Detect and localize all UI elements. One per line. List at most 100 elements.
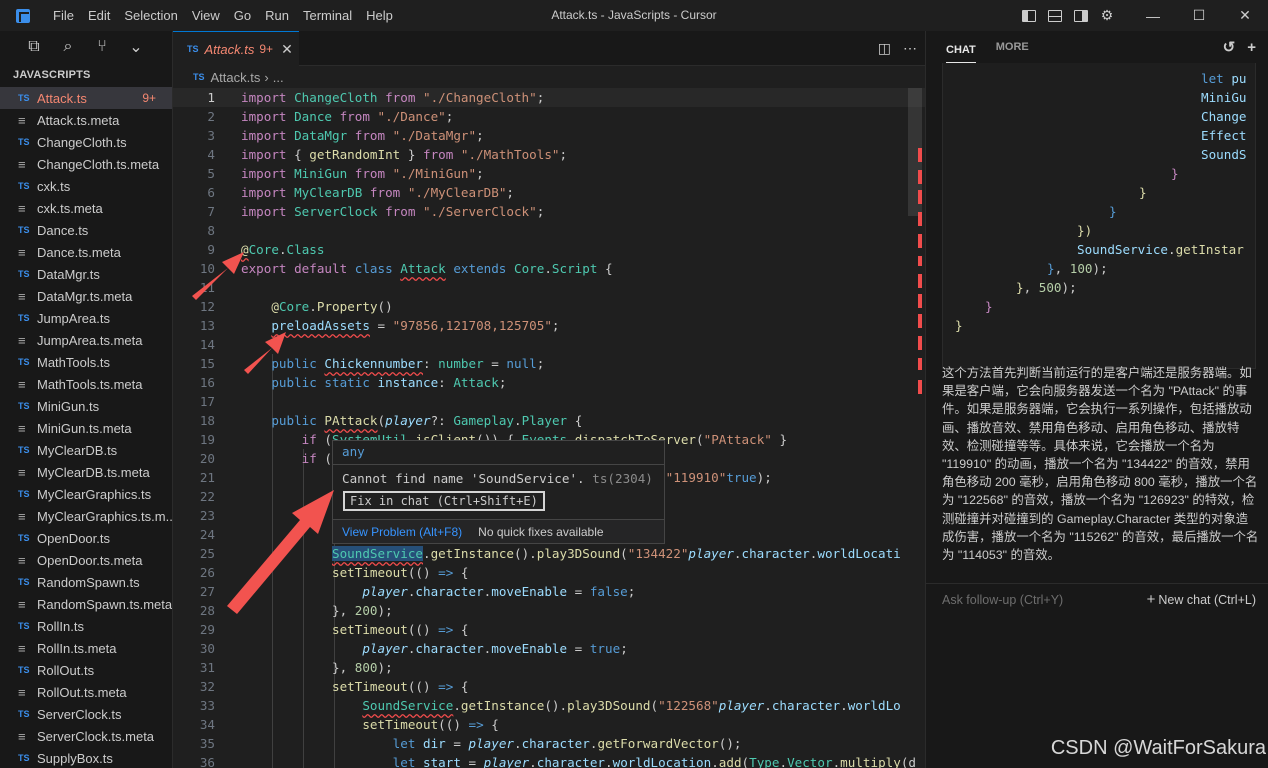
typescript-file-icon: TS (18, 357, 30, 367)
file-item[interactable]: ≡ DataMgr.ts.meta (0, 285, 172, 307)
file-item[interactable]: ≡ OpenDoor.ts.meta (0, 549, 172, 571)
split-editor-icon[interactable]: ◫ (878, 40, 891, 57)
new-chat-label: New chat (Ctrl+L) (1158, 593, 1256, 607)
file-item[interactable]: TS ChangeCloth.ts (0, 131, 172, 153)
breadcrumb-more[interactable]: ... (273, 70, 284, 85)
file-item[interactable]: ≡ RollIn.ts.meta (0, 637, 172, 659)
fix-in-chat-button[interactable]: Fix in chat (Ctrl+Shift+E) (343, 491, 545, 511)
line-number: 18 (199, 413, 215, 428)
explorer-files-icon[interactable]: ⧉ (24, 38, 44, 56)
meta-file-icon: ≡ (18, 464, 26, 480)
toggle-primary-sidebar-icon[interactable] (1016, 0, 1042, 31)
menu-go[interactable]: Go (227, 0, 258, 31)
toggle-secondary-sidebar-icon[interactable] (1068, 0, 1094, 31)
file-name: MiniGun.ts.meta (37, 420, 132, 436)
more-actions-icon[interactable]: ⋯ (903, 40, 917, 57)
file-item[interactable]: TS SupplyBox.ts (0, 747, 172, 768)
file-item[interactable]: TS MyClearGraphics.ts (0, 483, 172, 505)
no-quick-fixes-label: No quick fixes available (478, 524, 604, 539)
line-text: import ServerClock from "./ServerClock"; (241, 204, 545, 219)
meta-file-icon: ≡ (18, 596, 26, 612)
file-item[interactable]: ≡ MiniGun.ts.meta (0, 417, 172, 439)
file-item[interactable]: TS Dance.ts (0, 219, 172, 241)
file-item[interactable]: TS RollOut.ts (0, 659, 172, 681)
file-item[interactable]: ≡ cxk.ts.meta (0, 197, 172, 219)
line-number: 35 (199, 736, 215, 751)
view-problem-link[interactable]: View Problem (Alt+F8) (342, 525, 462, 539)
code-editor[interactable]: 1 import ChangeCloth from "./ChangeCloth"… (173, 88, 925, 768)
file-item[interactable]: TS Attack.ts 9+ (0, 87, 172, 109)
add-icon[interactable]: + (1247, 39, 1256, 56)
line-number: 14 (199, 337, 215, 352)
menu-terminal[interactable]: Terminal (296, 0, 359, 31)
menu-run[interactable]: Run (258, 0, 296, 31)
line-number: 19 (199, 432, 215, 447)
file-item[interactable]: ≡ Dance.ts.meta (0, 241, 172, 263)
editor-area: TS Attack.ts 9+ ✕ ◫ ⋯ TS Attack.ts › ...… (173, 31, 925, 768)
cursor-logo-icon (0, 0, 46, 31)
code-line: 16 public static instance: Attack; (173, 373, 925, 392)
code-line: 6 import MyClearDB from "./MyClearDB"; (173, 183, 925, 202)
chat-code-line: Effect (1201, 128, 1247, 143)
tab-attack-ts[interactable]: TS Attack.ts 9+ ✕ (173, 31, 299, 66)
minimize-icon[interactable]: — (1130, 0, 1176, 31)
file-item[interactable]: ≡ RollOut.ts.meta (0, 681, 172, 703)
menu-edit[interactable]: Edit (81, 0, 117, 31)
file-item[interactable]: TS OpenDoor.ts (0, 527, 172, 549)
new-chat-button[interactable]: + New chat (Ctrl+L) (1147, 591, 1256, 608)
file-item[interactable]: ≡ ChangeCloth.ts.meta (0, 153, 172, 175)
file-item[interactable]: TS MyClearDB.ts (0, 439, 172, 461)
file-item[interactable]: ≡ MathTools.ts.meta (0, 373, 172, 395)
code-line: 31 }, 800); (173, 658, 925, 677)
file-item[interactable]: TS DataMgr.ts (0, 263, 172, 285)
tab-chat[interactable]: CHAT (946, 37, 976, 63)
menu-file[interactable]: File (46, 0, 81, 31)
menu-selection[interactable]: Selection (117, 0, 184, 31)
line-text: setTimeout(() => { (332, 565, 469, 580)
menu-view[interactable]: View (185, 0, 227, 31)
file-item[interactable]: TS cxk.ts (0, 175, 172, 197)
file-item[interactable]: TS RollIn.ts (0, 615, 172, 637)
chevron-down-icon[interactable]: ⌄ (126, 37, 146, 57)
file-item[interactable]: ≡ MyClearGraphics.ts.m... (0, 505, 172, 527)
line-number: 5 (207, 166, 215, 181)
file-item[interactable]: TS RandomSpawn.ts (0, 571, 172, 593)
tab-more[interactable]: MORE (996, 31, 1029, 63)
file-item[interactable]: ≡ JumpArea.ts.meta (0, 329, 172, 351)
file-item[interactable]: TS ServerClock.ts (0, 703, 172, 725)
line-number: 15 (199, 356, 215, 371)
file-item[interactable]: TS MiniGun.ts (0, 395, 172, 417)
typescript-file-icon: TS (18, 489, 30, 499)
line-text: import MiniGun from "./MiniGun"; (241, 166, 484, 181)
file-item[interactable]: ≡ Attack.ts.meta (0, 109, 172, 131)
code-line: 28 }, 200); (173, 601, 925, 620)
follow-up-input[interactable]: Ask follow-up (Ctrl+Y) (942, 593, 1063, 607)
settings-gear-icon[interactable]: ⚙ (1094, 0, 1120, 31)
code-line: 8 (173, 221, 925, 240)
file-name: RandomSpawn.ts (37, 574, 140, 590)
history-icon[interactable]: ↺ (1223, 38, 1236, 56)
source-control-icon[interactable]: ⑂ (92, 38, 112, 56)
menu-help[interactable]: Help (359, 0, 400, 31)
line-text: SoundService.getInstance().play3DSound("… (332, 546, 901, 561)
meta-file-icon: ≡ (18, 112, 26, 128)
search-icon[interactable]: ⌕ (58, 38, 78, 56)
line-text: let dir = player.character.getForwardVec… (392, 736, 742, 751)
code-line: 18 public PAttack(player?: Gameplay.Play… (173, 411, 925, 430)
close-window-icon[interactable]: ✕ (1222, 0, 1268, 31)
file-item[interactable]: TS MathTools.ts (0, 351, 172, 373)
file-item[interactable]: TS JumpArea.ts (0, 307, 172, 329)
code-line: 30 player.character.moveEnable = true; (173, 639, 925, 658)
chat-code-line: } (985, 299, 993, 314)
chat-code-block: let pu MiniGu Change Effect SoundS}}}}) Sound… (942, 63, 1256, 369)
file-item[interactable]: ≡ RandomSpawn.ts.meta (0, 593, 172, 615)
toggle-panel-icon[interactable] (1042, 0, 1068, 31)
code-line: 13 preloadAssets = "97856,121708,125705"… (173, 316, 925, 335)
line-number: 6 (207, 185, 215, 200)
close-tab-icon[interactable]: ✕ (281, 41, 293, 58)
breadcrumb-file[interactable]: Attack.ts (211, 70, 261, 85)
file-item[interactable]: ≡ ServerClock.ts.meta (0, 725, 172, 747)
file-item[interactable]: ≡ MyClearDB.ts.meta (0, 461, 172, 483)
maximize-icon[interactable]: ☐ (1176, 0, 1222, 31)
explorer-section-title[interactable]: JAVASCRIPTS (0, 63, 172, 87)
